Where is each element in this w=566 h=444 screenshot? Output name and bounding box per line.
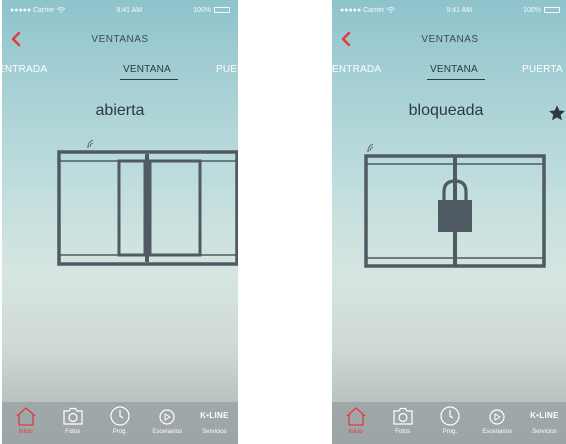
home-icon xyxy=(16,407,36,426)
camera-icon xyxy=(63,407,83,425)
battery-icon xyxy=(213,7,230,13)
tabbar-item-fotos[interactable]: Fotos xyxy=(379,402,426,435)
favorite-star-icon[interactable] xyxy=(548,104,566,122)
battery-icon xyxy=(543,7,560,13)
status-time: 9:41 AM xyxy=(116,6,143,14)
tabbar-item-inicio[interactable]: Inicio xyxy=(332,402,379,435)
play-icon xyxy=(489,409,505,425)
status-bar: ●●●●● Carrier 9:41 AM 100% xyxy=(332,0,566,20)
status-time: 9:41 AM xyxy=(446,6,473,14)
status-carrier: ●●●●● Carrier xyxy=(340,7,396,14)
tabbar-item-servicios[interactable]: K•LINE Servicios xyxy=(191,402,238,435)
chevron-left-icon xyxy=(341,31,351,47)
tabbar-item-fotos[interactable]: Fotos xyxy=(49,402,96,435)
signal-icon xyxy=(87,139,94,148)
chevron-left-icon xyxy=(11,31,21,47)
tabbar-item-escenarios[interactable]: Escenarios xyxy=(144,402,191,435)
window-state-label: bloqueada xyxy=(408,102,484,119)
kline-logo: K•LINE xyxy=(530,411,559,420)
device-tabs: ENTRADA VENTANA PUERTA DE xyxy=(2,60,238,82)
clock-icon xyxy=(440,406,460,426)
tab-entrada[interactable]: ENTRADA xyxy=(2,64,47,75)
tab-ventana[interactable]: VENTANA xyxy=(123,64,171,75)
nav-bar: VENTANAS xyxy=(332,24,566,54)
clock-icon xyxy=(110,406,130,426)
camera-icon xyxy=(393,407,413,425)
tab-active-indicator xyxy=(427,79,485,80)
tab-active-indicator xyxy=(120,79,178,80)
tab-ventana[interactable]: VENTANA xyxy=(430,64,478,75)
phone-screen-locked: ●●●●● Carrier 9:41 AM 100% VENTANAS ENTR… xyxy=(332,0,566,444)
device-tabs: ENTRADA VENTANA PUERTA xyxy=(332,60,566,82)
signal-icon xyxy=(367,143,374,152)
back-button[interactable] xyxy=(8,30,24,48)
tabbar-item-inicio[interactable]: Inicio xyxy=(2,402,49,435)
tabbar-item-servicios[interactable]: K•LINE Servicios xyxy=(521,402,566,435)
status-carrier: ●●●●● Carrier xyxy=(10,7,66,14)
home-icon xyxy=(346,407,366,426)
play-icon xyxy=(159,409,175,425)
page-title: VENTANAS xyxy=(421,33,479,45)
bottom-tab-bar: Inicio Fotos Prog. Escenarios K•LINE Ser… xyxy=(2,402,238,444)
phone-screen-open: ●●●●● Carrier 9:41 AM 100% VENTANAS ENTR… xyxy=(2,0,238,444)
page-title: VENTANAS xyxy=(91,33,149,45)
sliding-window-open-graphic[interactable] xyxy=(57,150,238,266)
tab-entrada[interactable]: ENTRADA xyxy=(332,64,381,75)
locked-window-graphic[interactable] xyxy=(364,154,546,268)
wifi-icon xyxy=(387,7,396,13)
bottom-tab-bar: Inicio Fotos Prog. Escenarios K•LINE Ser… xyxy=(332,402,566,444)
wifi-icon xyxy=(57,7,66,13)
tab-puerta[interactable]: PUERTA DE xyxy=(216,64,238,75)
kline-logo: K•LINE xyxy=(200,411,229,420)
status-battery: 100% xyxy=(523,7,560,14)
nav-bar: VENTANAS xyxy=(2,24,238,54)
back-button[interactable] xyxy=(338,30,354,48)
status-bar: ●●●●● Carrier 9:41 AM 100% xyxy=(2,0,238,20)
status-battery: 100% xyxy=(193,7,230,14)
tab-puerta[interactable]: PUERTA xyxy=(522,64,563,75)
window-state-label: abierta xyxy=(95,102,145,119)
tabbar-item-escenarios[interactable]: Escenarios xyxy=(474,402,521,435)
tabbar-item-prog[interactable]: Prog. xyxy=(426,402,473,435)
tabbar-item-prog[interactable]: Prog. xyxy=(96,402,143,435)
